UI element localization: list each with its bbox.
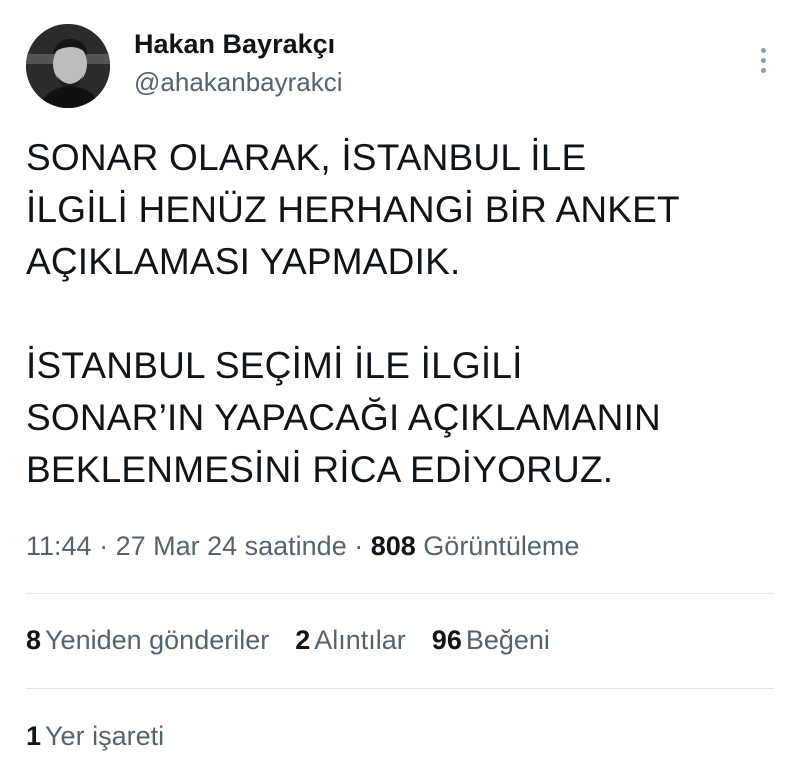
tweet-text-line: BEKLENMESİNİ RİCA EDİYORUZ. [26,449,614,490]
reposts-stat[interactable]: 8 Yeniden gönderiler [26,620,269,660]
bookmarks-count: 1 [26,721,42,751]
display-name[interactable]: Hakan Bayrakçı [134,26,343,62]
more-vertical-icon-dot [760,57,766,63]
quotes-stat[interactable]: 2 Alıntılar [295,620,406,660]
avatar[interactable] [26,24,110,108]
profile-photo-icon [26,24,110,108]
tweet-meta: 11:44 · 27 Mar 24 saatinde · 808 Görüntü… [26,526,579,566]
meta-separator: · [346,531,371,561]
tweet-header: Hakan Bayrakçı @ahakanbayrakci [26,24,776,110]
engagement-stats: 8 Yeniden gönderiler 2 Alıntılar 96 Beğeni [26,620,550,660]
tweet-paragraph-1: SONAR OLARAK, İSTANBUL İLE İLGİLİ HENÜZ … [26,132,776,288]
tweet-time[interactable]: 11:44 [26,531,92,561]
tweet-detail: Hakan Bayrakçı @ahakanbayrakci SONAR OLA… [0,0,800,760]
tweet-text-line: SONAR’IN YAPACAĞI AÇIKLAMANIN [26,397,661,438]
likes-count: 96 [431,625,462,655]
tweet-text-line: AÇIKLAMASI YAPMADIK. [26,241,461,282]
more-options-button[interactable] [750,42,776,78]
views-label: Görüntüleme [423,531,580,561]
quotes-label: Alıntılar [314,625,406,655]
user-handle[interactable]: @ahakanbayrakci [134,64,343,100]
tweet-text: SONAR OLARAK, İSTANBUL İLE İLGİLİ HENÜZ … [26,132,776,496]
more-vertical-icon [760,47,766,53]
quotes-count: 2 [295,625,311,655]
tweet-text-line: İSTANBUL SEÇİMİ İLE İLGİLİ [26,345,523,386]
bookmarks-stat-inner: 1 Yer işareti [26,721,164,751]
reposts-label: Yeniden gönderiler [45,625,270,655]
user-info[interactable]: Hakan Bayrakçı @ahakanbayrakci [134,26,343,100]
bookmarks-stat[interactable]: 1 Yer işareti [26,716,164,756]
tweet-text-line: SONAR OLARAK, İSTANBUL İLE [26,137,587,178]
views-count: 808 [370,531,416,561]
tweet-paragraph-2: İSTANBUL SEÇİMİ İLE İLGİLİ SONAR’IN YAPA… [26,340,776,496]
bookmarks-label: Yer işareti [45,721,165,751]
likes-stat[interactable]: 96 Beğeni [432,620,550,660]
tweet-date[interactable]: 27 Mar 24 saatinde [116,531,347,561]
meta-separator: · [91,531,116,561]
divider [26,593,774,594]
divider [26,688,774,689]
reposts-count: 8 [26,625,42,655]
likes-label: Beğeni [465,625,550,655]
tweet-text-line: İLGİLİ HENÜZ HERHANGİ BİR ANKET [26,189,680,230]
more-vertical-icon-dot [760,67,766,73]
